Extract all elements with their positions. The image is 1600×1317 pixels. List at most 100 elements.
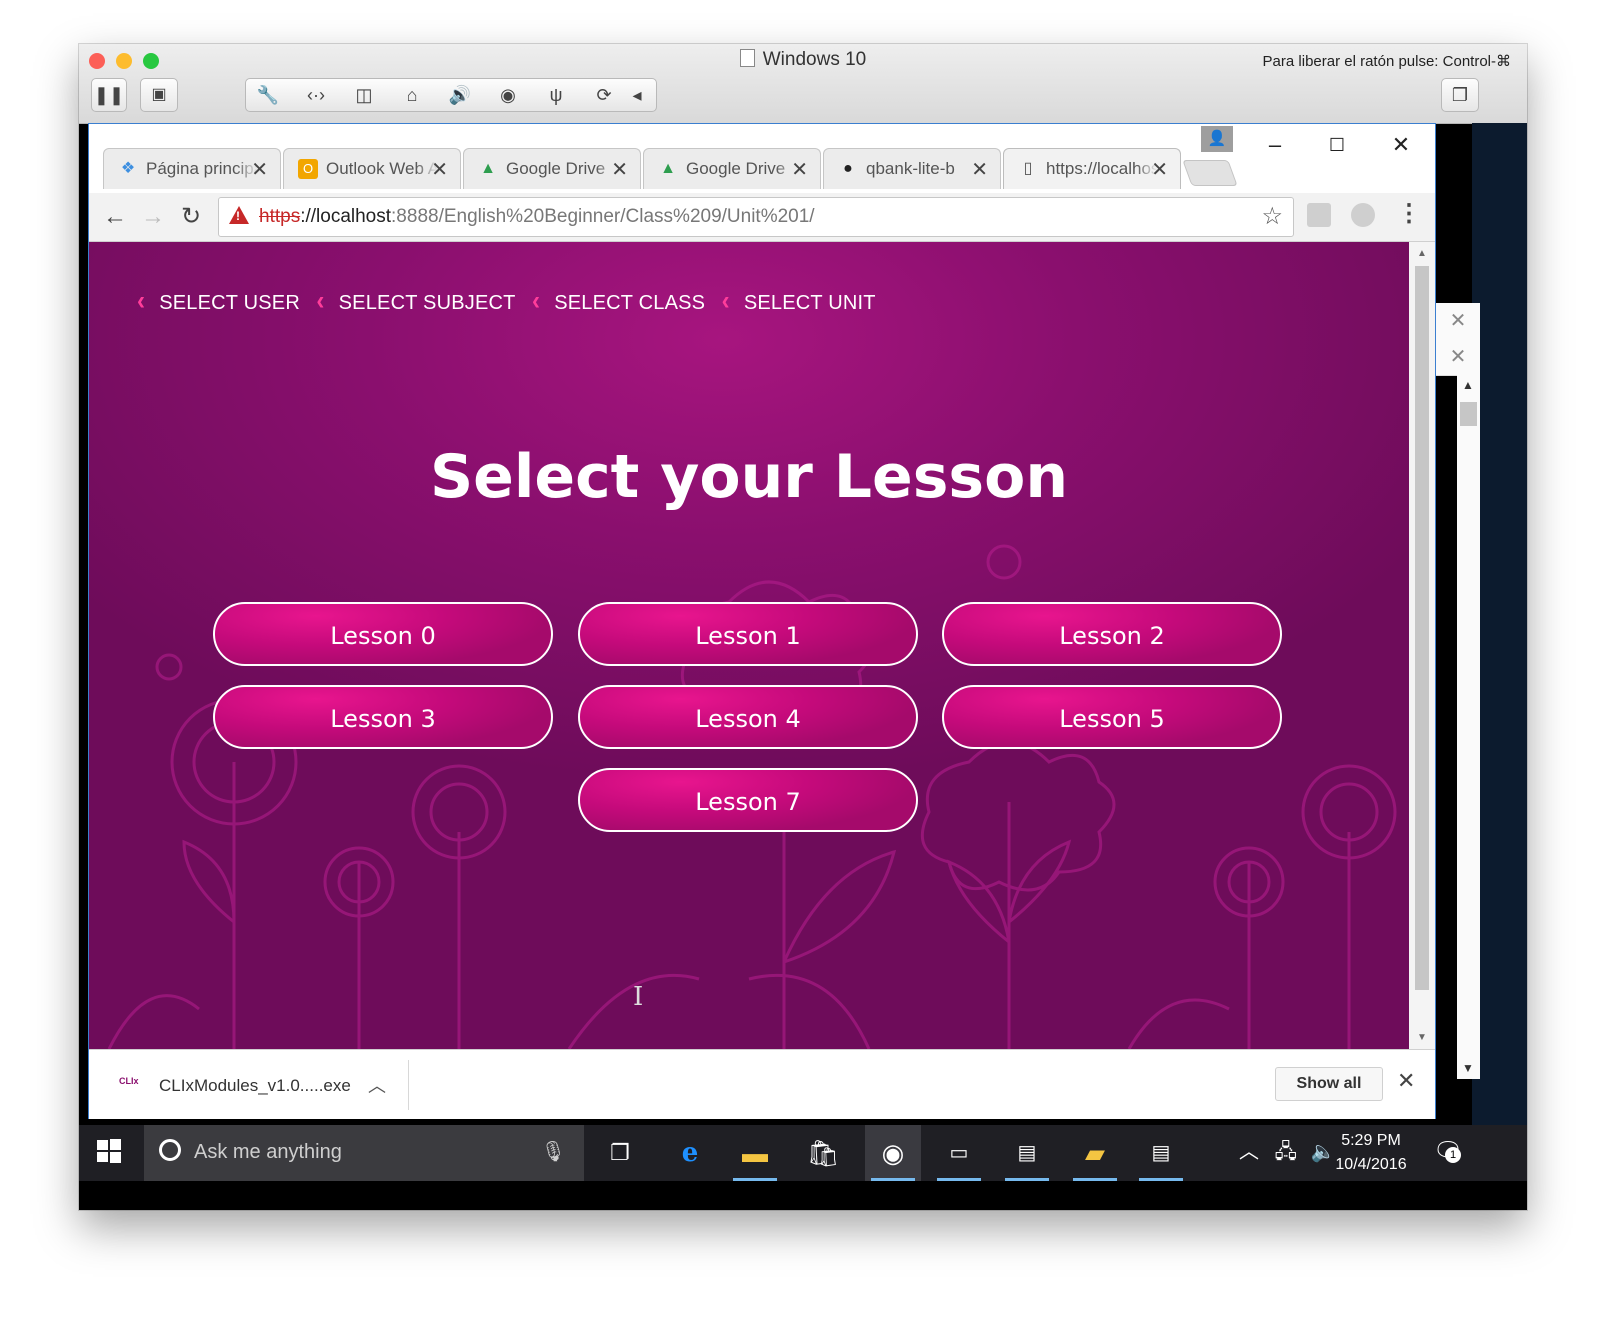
- network-icon[interactable]: 🖧: [1275, 1141, 1297, 1163]
- close-icon[interactable]: ✕: [251, 157, 268, 182]
- tab-outlook[interactable]: O Outlook Web App ✕: [283, 148, 461, 189]
- close-icon[interactable]: ✕: [1381, 130, 1421, 160]
- tab-dropbox[interactable]: ❖ Página principal ✕: [103, 148, 281, 189]
- bookmark-star-icon[interactable]: ☆: [1261, 202, 1283, 231]
- back-arrow-icon[interactable]: ←: [99, 201, 131, 233]
- breadcrumb-select-subject[interactable]: ‹ SELECT SUBJECT: [316, 287, 516, 317]
- command-prompt-icon[interactable]: ▭: [931, 1125, 987, 1181]
- outlook-icon: O: [298, 159, 318, 179]
- tab-github[interactable]: ● qbank-lite-b ✕: [823, 148, 1001, 189]
- chevron-up-icon[interactable]: ︿: [368, 1072, 386, 1098]
- active-indicator: [1139, 1178, 1183, 1181]
- page-scrollbar[interactable]: ▲ ▼: [1409, 242, 1435, 1049]
- tab-google-drive[interactable]: ▲ Google Drive ✕: [643, 148, 821, 189]
- download-shelf: CLIx CLIxModules_v1.0.....exe ︿ Show all…: [89, 1049, 1435, 1119]
- active-indicator: [937, 1178, 981, 1181]
- fullscreen-button[interactable]: ❐: [1441, 78, 1479, 112]
- chevron-left-icon: ‹: [532, 286, 541, 317]
- close-icon[interactable]: ✕: [1151, 157, 1168, 182]
- file-explorer-icon[interactable]: ▬: [727, 1125, 783, 1181]
- lesson-5-button[interactable]: Lesson 5: [942, 685, 1282, 749]
- window-app-icon[interactable]: ▤: [999, 1125, 1055, 1181]
- snapshot-button[interactable]: ▣: [140, 78, 178, 112]
- breadcrumb-select-unit[interactable]: ‹ SELECT UNIT: [722, 287, 876, 317]
- chrome-window: ❖ Página principal ✕ O Outlook Web App ✕…: [88, 123, 1436, 1119]
- google-drive-icon: ▲: [660, 160, 676, 177]
- clock[interactable]: 5:29 PM 10/4/2016: [1331, 1129, 1411, 1177]
- page-scroll-thumb[interactable]: [1415, 266, 1429, 990]
- close-icon[interactable]: ✕: [431, 157, 448, 182]
- google-drive-icon: ▲: [480, 160, 496, 177]
- clix-file-icon: CLIx: [119, 1076, 139, 1086]
- window-app-icon[interactable]: ▤: [1133, 1125, 1189, 1181]
- tab-google-drive[interactable]: ▲ Google Drive ✕: [463, 148, 641, 189]
- chevron-up-icon[interactable]: ︿: [1239, 1141, 1259, 1163]
- python-folder-icon[interactable]: ▰: [1067, 1125, 1123, 1181]
- reload-icon[interactable]: ↻: [175, 201, 207, 233]
- cortana-search-box[interactable]: Ask me anything 🎙: [144, 1125, 584, 1181]
- address-bar[interactable]: ! https://localhost:8888/English%20Begin…: [218, 197, 1294, 237]
- minimize-icon[interactable]: –: [1255, 130, 1295, 160]
- download-file-name[interactable]: CLIxModules_v1.0.....exe: [159, 1076, 351, 1096]
- scroll-up-icon[interactable]: ▲: [1417, 248, 1427, 259]
- forward-arrow-icon[interactable]: →: [137, 201, 169, 233]
- chrome-menu-icon[interactable]: ⋮: [1397, 199, 1421, 228]
- close-icon[interactable]: ✕: [971, 157, 988, 182]
- vm-window: Windows 10 Para liberar el ratón pulse: …: [79, 44, 1527, 1210]
- close-icon[interactable]: ✕: [611, 157, 628, 182]
- tab-label: Google Drive: [506, 159, 606, 178]
- printer-icon[interactable]: ⌂: [390, 79, 434, 111]
- extension-icon[interactable]: [1351, 203, 1375, 227]
- lesson-4-button[interactable]: Lesson 4: [578, 685, 918, 749]
- text-cursor-icon: I: [633, 982, 644, 1012]
- sync-icon[interactable]: ⟳: [582, 79, 626, 111]
- collapse-arrow-icon[interactable]: ◂: [622, 79, 652, 111]
- edge-icon[interactable]: e: [662, 1125, 718, 1181]
- camera-icon[interactable]: ◉: [486, 79, 530, 111]
- usb-icon[interactable]: ψ: [534, 79, 578, 111]
- clock-time: 5:29 PM: [1341, 1132, 1401, 1149]
- side-window-close-icon[interactable]: ✕: [1436, 339, 1480, 376]
- task-view-icon[interactable]: ❐: [592, 1125, 648, 1181]
- show-all-downloads-button[interactable]: Show all: [1275, 1067, 1383, 1101]
- lesson-2-button[interactable]: Lesson 2: [942, 602, 1282, 666]
- url-text[interactable]: https://localhost:8888/English%20Beginne…: [259, 206, 815, 228]
- close-icon[interactable]: ✕: [791, 157, 808, 182]
- scroll-up-icon[interactable]: ▲: [1462, 378, 1474, 392]
- download-divider: [408, 1060, 409, 1110]
- action-center-icon[interactable]: 🗨1: [1433, 1137, 1463, 1166]
- breadcrumb-label: SELECT UNIT: [743, 292, 876, 314]
- disk-icon[interactable]: ◫: [342, 79, 386, 111]
- lesson-1-button[interactable]: Lesson 1: [578, 602, 918, 666]
- windows-start-icon[interactable]: [97, 1139, 121, 1163]
- tab-localhost[interactable]: ▯ https://localhost ✕: [1003, 148, 1181, 189]
- tab-label: Outlook Web App: [326, 159, 438, 178]
- side-scroll-thumb[interactable]: [1460, 402, 1477, 426]
- scroll-down-icon[interactable]: ▼: [1462, 1061, 1474, 1075]
- new-tab-button[interactable]: [1182, 160, 1238, 186]
- extension-icon[interactable]: [1307, 203, 1331, 227]
- side-window-scrollbar[interactable]: ▲ ▼: [1457, 374, 1480, 1079]
- desktop-background: [1472, 123, 1527, 1133]
- pause-icon: ❚❚: [93, 85, 125, 105]
- microphone-icon[interactable]: 🎙: [541, 1139, 566, 1164]
- url-path: :8888/English%20Beginner/Class%209/Unit%…: [391, 206, 815, 227]
- breadcrumb-select-user[interactable]: ‹ SELECT USER: [137, 287, 300, 317]
- speaker-icon[interactable]: 🔊: [438, 79, 482, 111]
- lesson-0-button[interactable]: Lesson 0: [213, 602, 553, 666]
- network-icon[interactable]: ‹·›: [294, 79, 338, 111]
- breadcrumb-label: SELECT SUBJECT: [338, 292, 516, 314]
- store-icon[interactable]: 🛍: [795, 1125, 851, 1181]
- profile-icon[interactable]: 👤: [1201, 126, 1233, 152]
- lesson-3-button[interactable]: Lesson 3: [213, 685, 553, 749]
- wrench-icon[interactable]: 🔧: [246, 79, 290, 111]
- maximize-icon[interactable]: ☐: [1317, 130, 1357, 160]
- side-window-close-icon[interactable]: ✕: [1436, 303, 1480, 340]
- close-icon[interactable]: ✕: [1397, 1068, 1415, 1094]
- lesson-7-button[interactable]: Lesson 7: [578, 768, 918, 832]
- scroll-down-icon[interactable]: ▼: [1417, 1032, 1427, 1043]
- pause-button[interactable]: ❚❚: [91, 78, 127, 112]
- drive-lock-icon: ▣: [151, 86, 167, 103]
- chrome-icon[interactable]: ◉: [865, 1125, 921, 1181]
- breadcrumb-select-class[interactable]: ‹ SELECT CLASS: [532, 286, 705, 317]
